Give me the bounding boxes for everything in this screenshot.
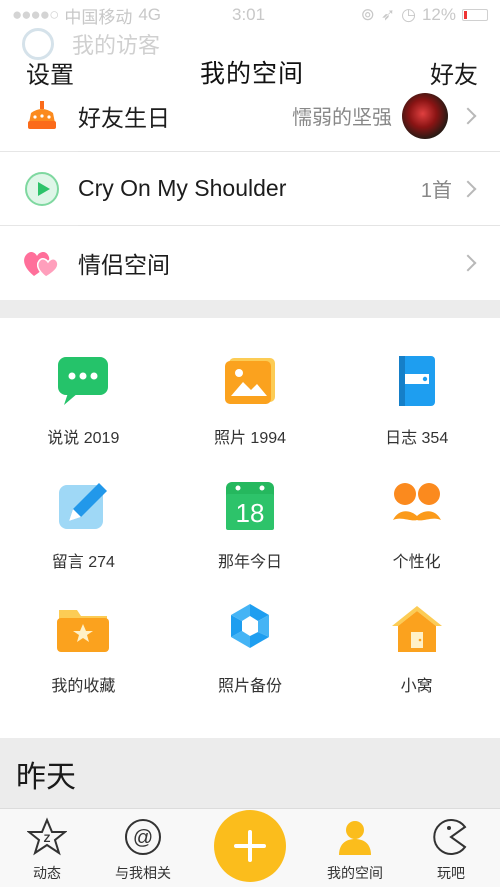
list-item-couple-space[interactable]: 情侣空间	[0, 226, 500, 300]
status-left: ●●●●○ 中国移动 4G	[12, 3, 161, 28]
tab-feed[interactable]: Z 动态	[2, 815, 92, 883]
calendar-day: 18	[236, 498, 265, 528]
backup-icon	[221, 600, 279, 658]
at-icon: @	[121, 815, 165, 859]
house-icon	[388, 600, 446, 658]
status-bar: ●●●●○ 中国移动 4G 3:01 ⊚ ➶ ◷ 12%	[0, 0, 500, 30]
tab-my-space[interactable]: 我的空间	[310, 815, 400, 883]
grid-item-label: 照片 1994	[213, 430, 287, 447]
battery-icon	[462, 9, 488, 21]
plus-icon	[234, 830, 266, 862]
grid-item-label: 说说 2019	[47, 430, 120, 447]
add-post-button[interactable]	[214, 810, 286, 882]
tab-label: 与我相关	[115, 865, 171, 881]
list-item-value: 懦弱的坚强	[292, 107, 392, 129]
chevron-right-icon	[459, 107, 477, 124]
clock: 3:01	[232, 5, 266, 24]
tab-label: 动态	[33, 865, 61, 881]
grid-item-personalize[interactable]: 个性化	[333, 454, 500, 578]
carrier-label: 中国移动	[64, 7, 133, 27]
lock-rotation-icon: ⊚	[360, 5, 375, 24]
feature-list: 好友生日 懦弱的坚强 Cry On My Shoulder 1首 情侣空间	[0, 80, 500, 300]
chevron-right-icon	[459, 254, 477, 272]
tab-label: 我的空间	[327, 865, 383, 881]
grid-item-label: 日志 354	[385, 430, 449, 447]
list-item-value: 1首	[420, 180, 452, 202]
tab-related[interactable]: @ 与我相关	[98, 815, 188, 883]
grid-item-photo-backup[interactable]: 照片备份	[167, 578, 334, 702]
chat-bubble-icon	[54, 352, 112, 410]
grid-item-shuoshuo[interactable]: 说说 2019	[0, 330, 167, 454]
status-right: ⊚ ➶ ◷ 12%	[361, 5, 488, 25]
diary-icon	[388, 352, 446, 410]
tab-label: 玩吧	[437, 865, 465, 881]
mustache-icon	[388, 476, 446, 534]
grid-item-home[interactable]: 小窝	[333, 578, 500, 702]
alarm-icon: ◷	[401, 5, 416, 24]
grid-item-messages[interactable]: 留言 274	[0, 454, 167, 578]
section-separator	[0, 300, 500, 318]
list-item-label: 好友生日	[78, 104, 170, 131]
grid-item-label: 我的收藏	[51, 678, 116, 695]
signal-dots-icon: ●●●●○	[12, 5, 59, 24]
list-item-label: 情侣空间	[78, 252, 170, 278]
list-item-label: Cry On My Shoulder	[78, 175, 287, 201]
avatar	[402, 92, 448, 139]
section-title: 昨天	[16, 761, 76, 794]
grid-item-favorites[interactable]: 我的收藏	[0, 578, 167, 702]
folder-star-icon	[54, 600, 112, 658]
svg-text:Z: Z	[44, 833, 51, 845]
hearts-icon	[22, 243, 62, 283]
grid-item-label: 那年今日	[217, 554, 282, 571]
svg-text:@: @	[133, 827, 153, 849]
grid-item-label: 个性化	[392, 554, 441, 571]
list-item-birthday[interactable]: 好友生日 懦弱的坚强	[0, 80, 500, 152]
chevron-right-icon	[459, 180, 477, 197]
photo-icon	[221, 352, 279, 410]
tab-play[interactable]: 玩吧	[406, 815, 496, 883]
feature-grid: 说说 2019 照片 1994 日志 354 留言 274 18 那年今日 个性…	[0, 330, 500, 730]
pen-icon	[54, 476, 112, 534]
network-label: 4G	[138, 5, 162, 24]
person-icon	[333, 815, 377, 859]
grid-item-label: 留言 274	[51, 554, 115, 571]
music-play-icon	[22, 169, 62, 209]
calendar-icon: 18	[221, 476, 279, 534]
battery-percent: 12%	[421, 5, 456, 24]
grid-item-diary[interactable]: 日志 354	[333, 330, 500, 454]
grid-item-on-this-day[interactable]: 18 那年今日	[167, 454, 334, 578]
grid-item-label: 小窝	[400, 678, 433, 695]
pacman-icon	[429, 815, 473, 859]
location-icon: ➶	[380, 5, 396, 24]
list-item-music[interactable]: Cry On My Shoulder 1首	[0, 152, 500, 226]
grid-item-photos[interactable]: 照片 1994	[167, 330, 334, 454]
grid-item-label: 照片备份	[217, 678, 282, 695]
star-z-icon: Z	[25, 815, 69, 859]
birthday-cake-icon	[22, 96, 62, 136]
